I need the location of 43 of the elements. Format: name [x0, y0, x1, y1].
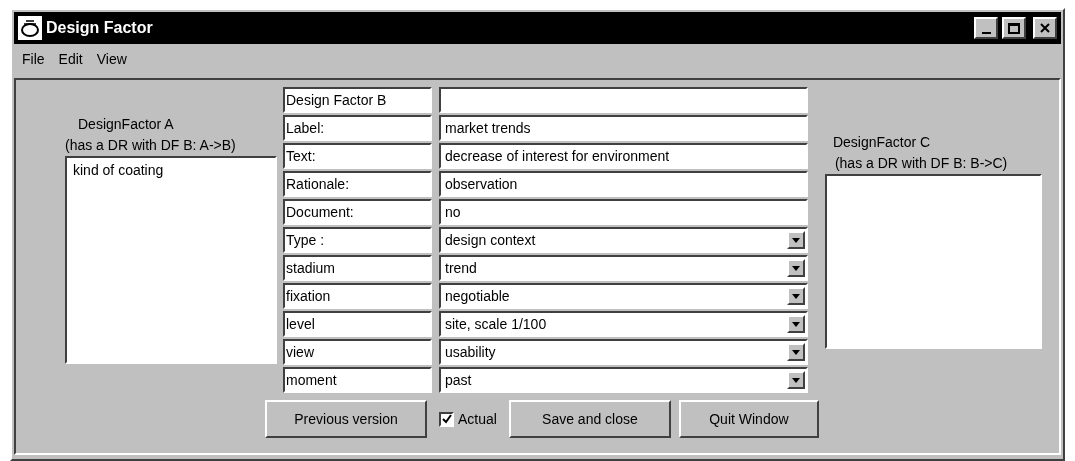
checkbox-label: Actual [458, 409, 497, 429]
input-field[interactable]: observation [439, 171, 808, 197]
panel-title: DesignFactor C [832, 133, 932, 152]
field-label: moment [283, 367, 432, 393]
maximize-button[interactable] [1002, 17, 1026, 39]
minimize-button[interactable] [974, 17, 998, 39]
input-field[interactable] [439, 87, 808, 113]
dropdown[interactable]: usability [439, 339, 808, 365]
field-label: Text: [283, 143, 432, 169]
field-label: Document: [283, 199, 432, 225]
previous-version-button[interactable]: Previous version [265, 400, 427, 438]
field-label: Type : [283, 227, 432, 253]
list-box[interactable]: kind of coating [65, 156, 277, 364]
field-label: stadium [283, 255, 432, 281]
input-field[interactable]: market trends [439, 115, 808, 141]
window-title: Design Factor [46, 18, 154, 38]
menu-item[interactable]: Edit [58, 48, 83, 70]
panel-title: DesignFactor A [78, 115, 175, 134]
list-box[interactable] [824, 174, 1042, 349]
panel-subtitle: (has a DR with DF B: B->C) [833, 154, 1009, 173]
field-label: Rationale: [283, 171, 432, 197]
quit-window-button[interactable]: Quit Window [678, 400, 819, 438]
list-item[interactable]: kind of coating [73, 160, 269, 181]
field-label: Label: [283, 115, 432, 141]
app-icon [18, 16, 42, 40]
dropdown[interactable]: trend [439, 255, 808, 281]
field-label: level [283, 311, 432, 337]
field-label: Design Factor B [283, 87, 432, 113]
dropdown[interactable]: negotiable [439, 283, 808, 309]
field-label: view [283, 339, 432, 365]
save-and-close-button[interactable]: Save and close [508, 400, 671, 438]
field-label: fixation [283, 283, 432, 309]
input-field[interactable]: decrease of interest for environment [439, 143, 808, 169]
menu-item[interactable]: View [96, 48, 127, 70]
close-button[interactable] [1033, 17, 1057, 39]
dropdown[interactable]: design context [439, 227, 808, 253]
input-field[interactable]: no [439, 199, 808, 225]
menu-item[interactable]: File [22, 48, 45, 70]
close-icon [1040, 23, 1050, 33]
dropdown[interactable]: site, scale 1/100 [439, 311, 808, 337]
dropdown[interactable]: past [439, 367, 808, 393]
panel-subtitle: (has a DR with DF B: A->B) [64, 136, 237, 155]
checkbox[interactable] [439, 411, 454, 427]
